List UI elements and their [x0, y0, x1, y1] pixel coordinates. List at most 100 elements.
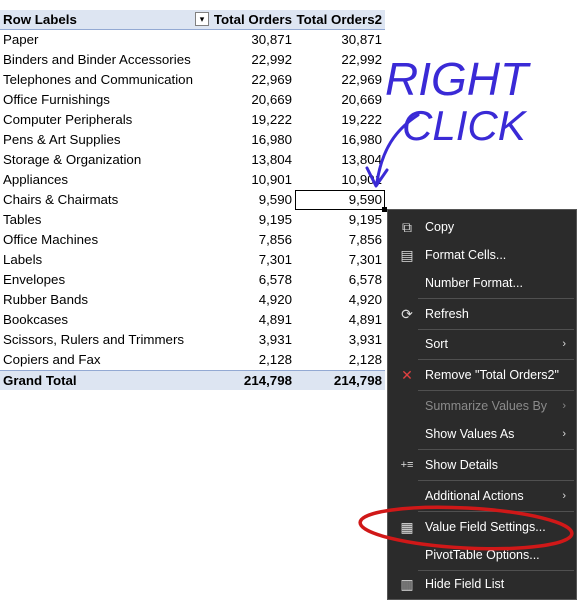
- total-orders-value[interactable]: 19,222: [251, 110, 292, 130]
- total-orders-value[interactable]: 16,980: [251, 130, 292, 150]
- menu-item-value-field-settings[interactable]: ▦ Value Field Settings...: [388, 514, 576, 540]
- total-orders2-value[interactable]: 6,578: [349, 270, 382, 290]
- total-orders-value[interactable]: 4,891: [259, 310, 292, 330]
- row-label[interactable]: Pens & Art Supplies: [3, 130, 121, 150]
- menu-separator: [418, 298, 574, 299]
- total-orders2-value[interactable]: 7,856: [349, 230, 382, 250]
- row-label[interactable]: Paper: [3, 30, 38, 50]
- total-orders-value[interactable]: 4,920: [259, 290, 292, 310]
- menu-item-additional-actions[interactable]: Additional Actions ›: [388, 483, 576, 509]
- menu-item-label: Copy: [425, 220, 455, 234]
- grand-total-value-1[interactable]: 214,798: [244, 371, 292, 391]
- row-labels-header[interactable]: Row Labels: [3, 10, 77, 30]
- menu-item-label: Format Cells...: [425, 248, 507, 262]
- remove-x-icon: ✕: [401, 367, 413, 383]
- pivot-row[interactable]: Labels 7,301 7,301: [0, 250, 385, 270]
- pivot-row[interactable]: Binders and Binder Accessories 22,992 22,9…: [0, 50, 385, 70]
- menu-item-label: Refresh: [425, 307, 469, 321]
- total-orders2-value[interactable]: 22,992: [341, 50, 382, 70]
- total-orders2-value[interactable]: 2,128: [349, 350, 382, 370]
- row-label[interactable]: Computer Peripherals: [3, 110, 132, 130]
- menu-item-hide-field-list[interactable]: ▥ Hide Field List: [388, 571, 576, 597]
- total-orders2-value[interactable]: 20,669: [341, 90, 382, 110]
- grand-total-row[interactable]: Grand Total 214,798 214,798: [0, 370, 385, 390]
- pivot-row[interactable]: Computer Peripherals 19,222 19,222: [0, 110, 385, 130]
- total-orders-value[interactable]: 9,590: [259, 190, 292, 210]
- total-orders2-value[interactable]: 30,871: [341, 30, 382, 50]
- row-label[interactable]: Storage & Organization: [3, 150, 141, 170]
- total-orders2-value[interactable]: 22,969: [341, 70, 382, 90]
- total-orders2-value[interactable]: 13,804: [341, 150, 382, 170]
- total-orders-value[interactable]: 9,195: [259, 210, 292, 230]
- row-label[interactable]: Appliances: [3, 170, 68, 190]
- pivot-row[interactable]: Storage & Organization 13,804 13,804: [0, 150, 385, 170]
- total-orders2-value[interactable]: 10,901: [341, 170, 382, 190]
- annotation-click-text: CLICK: [402, 102, 528, 149]
- pivot-row[interactable]: Office Furnishings 20,669 20,669: [0, 90, 385, 110]
- menu-item-show-details[interactable]: +≡ Show Details: [388, 452, 576, 478]
- filter-dropdown-icon[interactable]: ▾: [195, 12, 209, 26]
- row-label[interactable]: Telephones and Communication: [3, 70, 193, 90]
- selected-cell-outline[interactable]: [295, 190, 385, 210]
- total-orders-value[interactable]: 20,669: [251, 90, 292, 110]
- total-orders-value[interactable]: 22,992: [251, 50, 292, 70]
- total-orders2-value[interactable]: 19,222: [341, 110, 382, 130]
- pivot-row[interactable]: Telephones and Communication 22,969 22,969: [0, 70, 385, 90]
- total-orders2-value[interactable]: 4,920: [349, 290, 382, 310]
- menu-item-refresh[interactable]: ⟳ Refresh: [388, 301, 576, 327]
- total-orders-value[interactable]: 6,578: [259, 270, 292, 290]
- total-orders-value[interactable]: 22,969: [251, 70, 292, 90]
- row-label[interactable]: Bookcases: [3, 310, 68, 330]
- pivot-row[interactable]: Office Machines 7,856 7,856: [0, 230, 385, 250]
- chevron-right-icon: ›: [562, 400, 566, 412]
- menu-item-copy[interactable]: ⧉ Copy: [388, 214, 576, 240]
- pivot-row[interactable]: Rubber Bands 4,920 4,920: [0, 290, 385, 310]
- row-label[interactable]: Envelopes: [3, 270, 65, 290]
- total-orders-value[interactable]: 7,856: [259, 230, 292, 250]
- total-orders-header[interactable]: Total Orders: [214, 10, 292, 30]
- total-orders-value[interactable]: 13,804: [251, 150, 292, 170]
- menu-item-remove-field[interactable]: ✕ Remove "Total Orders2": [388, 362, 576, 388]
- grand-total-label: Grand Total: [3, 373, 77, 388]
- menu-separator: [418, 390, 574, 391]
- row-label[interactable]: Labels: [3, 250, 42, 270]
- menu-item-pivottable-options[interactable]: PivotTable Options...: [388, 542, 576, 568]
- pivot-row[interactable]: Pens & Art Supplies 16,980 16,980: [0, 130, 385, 150]
- menu-item-number-format[interactable]: Number Format...: [388, 270, 576, 296]
- pivot-row[interactable]: Tables 9,195 9,195: [0, 210, 385, 230]
- row-label[interactable]: Scissors, Rulers and Trimmers: [3, 330, 184, 350]
- total-orders-value[interactable]: 10,901: [251, 170, 292, 190]
- pivot-row[interactable]: Envelopes 6,578 6,578: [0, 270, 385, 290]
- row-label[interactable]: Office Machines: [3, 230, 98, 250]
- total-orders-value[interactable]: 2,128: [259, 350, 292, 370]
- row-label[interactable]: Chairs & Chairmats: [3, 190, 118, 210]
- show-details-icon: +≡: [400, 459, 414, 471]
- menu-item-label: Number Format...: [425, 276, 523, 290]
- total-orders2-header[interactable]: Total Orders2: [297, 10, 382, 30]
- menu-separator: [418, 359, 574, 360]
- pivot-row[interactable]: Scissors, Rulers and Trimmers 3,931 3,931: [0, 330, 385, 350]
- total-orders-value[interactable]: 30,871: [251, 30, 292, 50]
- total-orders2-value[interactable]: 7,301: [349, 250, 382, 270]
- menu-item-label: PivotTable Options...: [425, 548, 540, 562]
- pivot-row[interactable]: Copiers and Fax 2,128 2,128: [0, 350, 385, 370]
- menu-item-label: Value Field Settings...: [425, 520, 546, 534]
- row-label[interactable]: Office Furnishings: [3, 90, 110, 110]
- row-label[interactable]: Rubber Bands: [3, 290, 88, 310]
- pivot-row[interactable]: Bookcases 4,891 4,891: [0, 310, 385, 330]
- menu-item-show-values-as[interactable]: Show Values As ›: [388, 421, 576, 447]
- grand-total-value-2[interactable]: 214,798: [334, 371, 382, 391]
- pivot-row[interactable]: Appliances 10,901 10,901: [0, 170, 385, 190]
- total-orders2-value[interactable]: 4,891: [349, 310, 382, 330]
- row-label[interactable]: Binders and Binder Accessories: [3, 50, 191, 70]
- menu-item-sort[interactable]: Sort ›: [388, 331, 576, 357]
- row-label[interactable]: Copiers and Fax: [3, 350, 101, 370]
- total-orders2-value[interactable]: 16,980: [341, 130, 382, 150]
- total-orders2-value[interactable]: 9,195: [349, 210, 382, 230]
- total-orders-value[interactable]: 3,931: [259, 330, 292, 350]
- total-orders2-value[interactable]: 3,931: [349, 330, 382, 350]
- row-label[interactable]: Tables: [3, 210, 41, 230]
- menu-item-format-cells[interactable]: ▤ Format Cells...: [388, 242, 576, 268]
- pivot-row[interactable]: Paper 30,871 30,871: [0, 30, 385, 50]
- total-orders-value[interactable]: 7,301: [259, 250, 292, 270]
